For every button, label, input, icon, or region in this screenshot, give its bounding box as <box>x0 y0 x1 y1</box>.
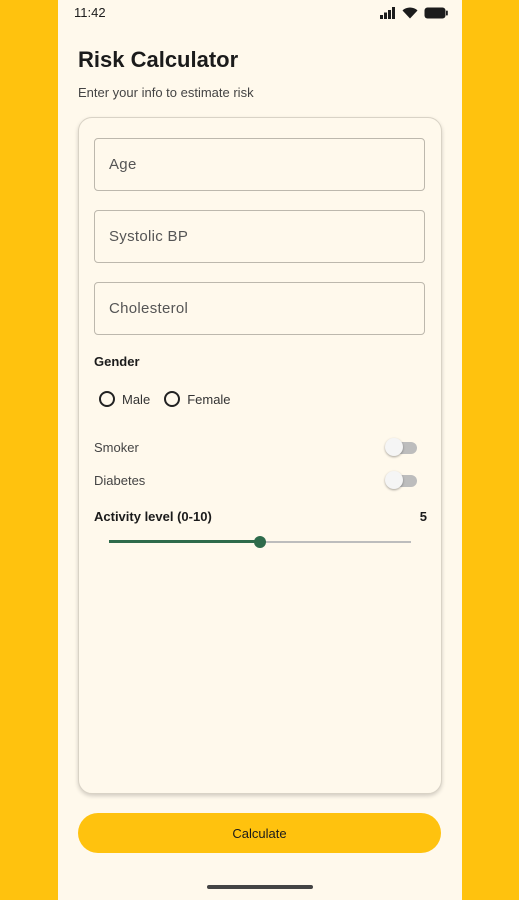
gender-option-label: Female <box>187 391 231 407</box>
systolic-bp-input[interactable] <box>94 210 425 263</box>
form-card: Gender Male Female Smoker Diabetes Activ… <box>78 117 442 794</box>
activity-label: Activity level (0-10) <box>94 509 212 524</box>
radio-unchecked-icon[interactable] <box>164 391 181 407</box>
gender-option-male[interactable]: Male <box>99 391 150 407</box>
status-bar: 11:42 <box>58 0 462 26</box>
cholesterol-input[interactable] <box>94 282 425 335</box>
slider-thumb[interactable] <box>254 536 266 548</box>
diabetes-label: Diabetes <box>94 473 146 488</box>
slider-fill <box>109 540 260 543</box>
gender-label: Gender <box>94 354 140 369</box>
status-icons <box>380 5 448 21</box>
smoker-label: Smoker <box>94 440 139 455</box>
battery-icon <box>424 7 448 19</box>
gender-option-label: Male <box>122 391 151 407</box>
smoker-toggle[interactable] <box>385 438 417 456</box>
activity-slider[interactable] <box>109 536 411 548</box>
age-input[interactable] <box>94 138 425 191</box>
app-screen: 11:42 Risk Calculator Enter your info to… <box>58 0 462 900</box>
gender-radio-group: Male Female <box>99 391 245 407</box>
radio-unchecked-icon[interactable] <box>99 391 115 407</box>
gender-option-female[interactable]: Female <box>164 391 231 407</box>
signal-icon <box>380 7 395 19</box>
diabetes-toggle[interactable] <box>385 471 417 489</box>
toggle-thumb[interactable] <box>385 471 403 489</box>
wifi-icon <box>402 7 418 19</box>
home-indicator <box>207 885 313 889</box>
page-subtitle: Enter your info to estimate risk <box>78 85 254 100</box>
activity-value: 5 <box>419 509 427 524</box>
toggle-thumb[interactable] <box>385 438 403 456</box>
status-time: 11:42 <box>74 5 106 20</box>
calculate-button[interactable]: Calculate <box>78 813 441 853</box>
page-title: Risk Calculator <box>78 47 239 72</box>
